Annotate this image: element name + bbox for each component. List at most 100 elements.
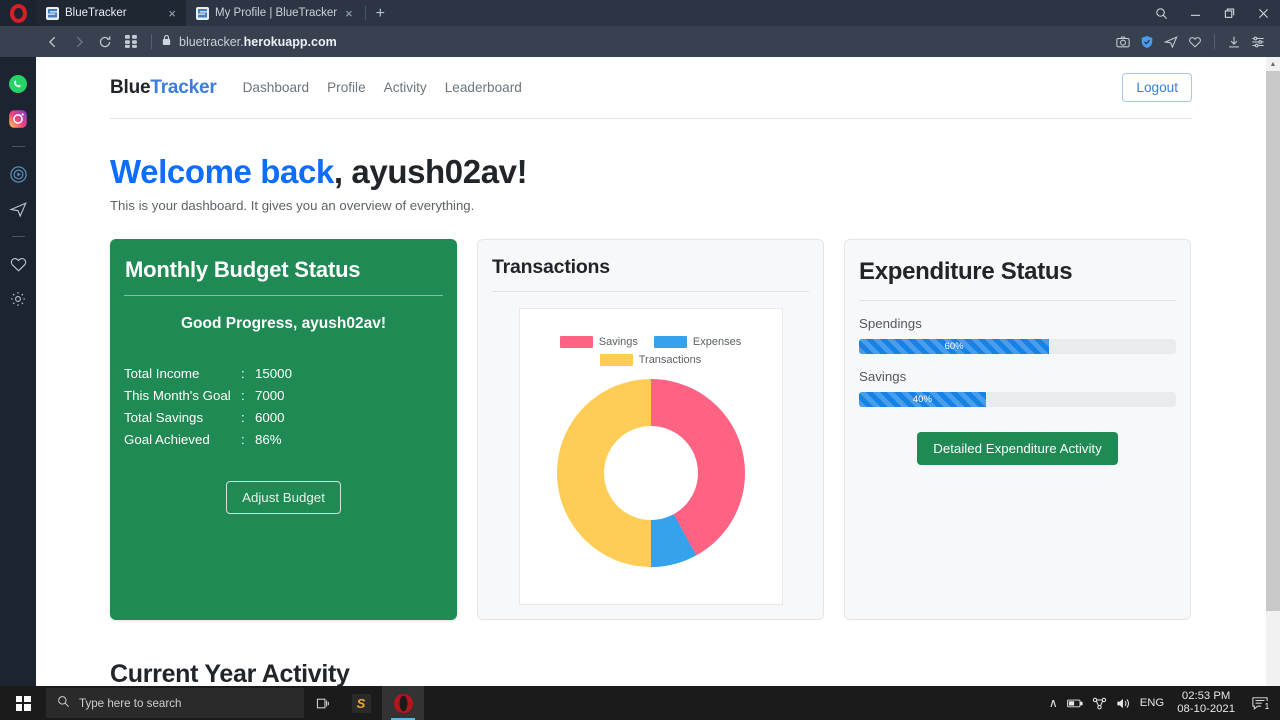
player-icon[interactable] [7, 163, 29, 185]
stat-value: 15000 [255, 366, 292, 381]
easy-setup-icon[interactable] [1246, 29, 1270, 55]
download-icon[interactable] [1222, 29, 1246, 55]
tab-favicon-icon [196, 6, 209, 20]
legend-swatch [559, 336, 593, 348]
task-view-icon[interactable] [304, 686, 340, 720]
sidebar-divider [11, 146, 25, 147]
stat-label: Total Savings [124, 410, 204, 425]
stat-separator: : [241, 432, 245, 447]
legend-label: Savings [598, 336, 638, 348]
telegram-icon[interactable] [7, 198, 29, 220]
stat-value: 7000 [255, 388, 285, 403]
shield-icon[interactable] [1135, 29, 1159, 55]
taskbar-clock[interactable]: 02:53 PM 08-10-2021 [1177, 690, 1235, 716]
savings-progress-track: 40% [859, 392, 1176, 407]
screen: BlueTracker × My Profile | BlueTracker ×… [0, 0, 1280, 720]
nav-link-dashboard[interactable]: Dashboard [243, 80, 310, 95]
chart-legend: Savings Expenses Transactions [536, 336, 766, 366]
doughnut-chart[interactable] [556, 379, 745, 567]
snapshot-icon[interactable] [1111, 29, 1135, 55]
tab-divider [364, 6, 366, 20]
nav-link-profile[interactable]: Profile [327, 80, 366, 95]
windows-logo-icon [15, 695, 31, 711]
network-icon[interactable] [1092, 697, 1107, 710]
tray-chevron-icon[interactable]: ∧ [1049, 696, 1058, 710]
legend-item-savings[interactable]: Savings [559, 336, 638, 348]
legend-item-transactions[interactable]: Transactions [599, 354, 701, 366]
taskbar-search-box[interactable]: Type here to search [46, 688, 304, 718]
heart-icon[interactable] [1183, 29, 1207, 55]
transactions-chart: Savings Expenses Transactions [518, 308, 783, 605]
forward-icon[interactable] [66, 29, 92, 55]
instagram-icon[interactable] [7, 108, 29, 130]
window-search-icon[interactable] [1144, 0, 1178, 26]
web-page: BlueTracker Dashboard Profile Activity L… [36, 57, 1280, 686]
browser-tab-my-profile[interactable]: My Profile | BlueTracker × [186, 0, 363, 26]
stat-separator: : [241, 410, 245, 425]
tab-close-icon[interactable]: × [343, 7, 355, 20]
spendings-progress-fill: 60% [859, 339, 1050, 354]
new-tab-button[interactable]: + [368, 5, 393, 26]
brand-second: Tracker [150, 76, 217, 98]
page-content: BlueTracker Dashboard Profile Activity L… [36, 57, 1266, 686]
scroll-thumb[interactable] [1266, 71, 1280, 611]
detailed-expenditure-activity-button[interactable]: Detailed Expenditure Activity [917, 432, 1118, 465]
budget-stat-row: Total Income : 15000 [124, 363, 443, 385]
heart-icon[interactable] [7, 253, 29, 275]
window-controls [1144, 0, 1280, 26]
reload-icon[interactable] [92, 29, 118, 55]
volume-icon[interactable] [1116, 697, 1131, 710]
legend-swatch [599, 354, 633, 366]
adjust-budget-button[interactable]: Adjust Budget [226, 481, 341, 514]
window-minimize-button[interactable] [1178, 0, 1212, 26]
scroll-up-arrow[interactable]: ▲ [1266, 57, 1280, 71]
stat-label: Goal Achieved [124, 432, 210, 447]
site-nav-links: Dashboard Profile Activity Leaderboard [243, 80, 522, 95]
toolbar-divider [151, 34, 152, 49]
window-close-button[interactable] [1246, 0, 1280, 26]
messenger-icon[interactable] [1159, 29, 1183, 55]
nav-link-activity[interactable]: Activity [384, 80, 427, 95]
nav-link-leaderboard[interactable]: Leaderboard [445, 80, 522, 95]
notification-center-button[interactable]: 1 [1248, 696, 1273, 713]
page-scrollbar[interactable]: ▲ [1266, 57, 1280, 686]
opera-sidebar: ••• [0, 57, 36, 720]
browser-toolbar: bluetracker.herokuapp.com [0, 26, 1280, 57]
system-tray: ∧ ENG 02:53 PM 08-10-2021 1 [1049, 690, 1280, 716]
legend-item-expenses[interactable]: Expenses [653, 336, 742, 348]
budget-stat-row: This Month's Goal : 7000 [124, 385, 443, 407]
stat-separator: : [241, 388, 245, 403]
tab-favicon-icon [46, 6, 59, 20]
settings-icon[interactable] [7, 288, 29, 310]
taskbar-app-opera[interactable] [382, 686, 424, 720]
start-button[interactable] [0, 686, 46, 720]
site-brand[interactable]: BlueTracker [110, 77, 217, 99]
stat-label: This Month's Goal [124, 388, 231, 403]
taskbar-app-sublime-text[interactable]: S [340, 686, 382, 720]
window-maximize-button[interactable] [1212, 0, 1246, 26]
browser-tab-strip: BlueTracker × My Profile | BlueTracker ×… [0, 0, 1280, 26]
expenditure-card-divider [859, 300, 1176, 301]
stat-separator: : [241, 366, 245, 381]
browser-tab-bluetracker[interactable]: BlueTracker × [36, 0, 186, 26]
back-icon[interactable] [40, 29, 66, 55]
legend-swatch [653, 336, 687, 348]
stat-value: 6000 [255, 410, 285, 425]
legend-label: Expenses [692, 336, 742, 348]
address-bar[interactable]: bluetracker.herokuapp.com [161, 34, 337, 49]
page-title: Welcome back, ayush02av! [110, 153, 1192, 191]
tab-close-icon[interactable]: × [166, 7, 178, 20]
tab-overview-icon[interactable] [118, 29, 144, 55]
clock-date: 08-10-2021 [1177, 703, 1235, 715]
brand-first: Blue [110, 76, 151, 98]
language-indicator[interactable]: ENG [1140, 697, 1164, 709]
address-text: bluetracker.herokuapp.com [179, 34, 337, 49]
logout-button[interactable]: Logout [1122, 73, 1192, 102]
expenditure-card-title: Expenditure Status [859, 258, 1073, 285]
search-placeholder: Type here to search [79, 696, 182, 710]
whatsapp-icon[interactable] [7, 73, 29, 95]
battery-icon[interactable] [1066, 698, 1083, 709]
budget-stat-row: Goal Achieved : 86% [124, 429, 443, 451]
opera-icon [393, 693, 413, 713]
expenditure-card: Expenditure Status Spendings 60% Savings… [844, 239, 1191, 620]
